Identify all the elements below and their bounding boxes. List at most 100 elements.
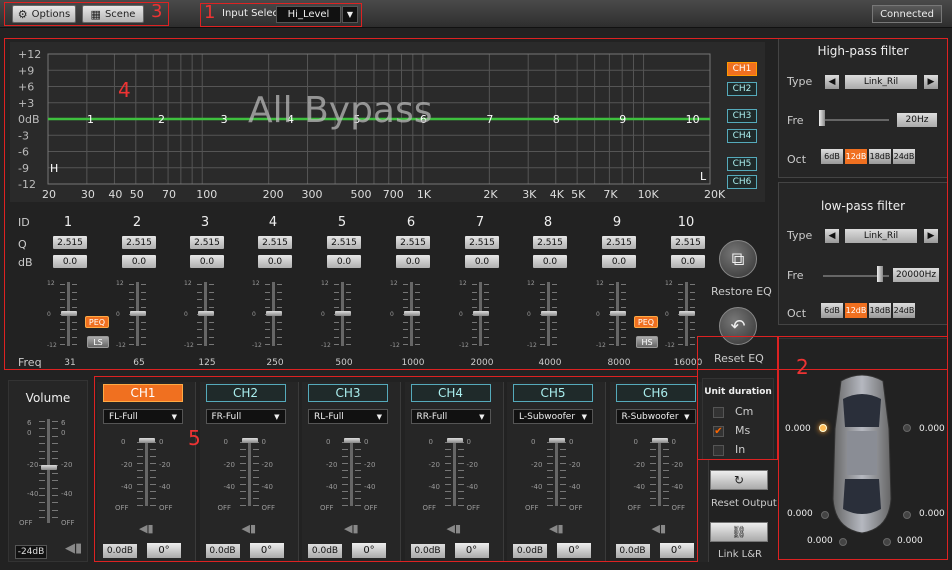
speaker-mute-icon[interactable]: ◀▮ bbox=[652, 522, 667, 535]
scene-button[interactable]: ▦ Scene bbox=[82, 5, 144, 23]
channel-gain-slider[interactable] bbox=[555, 440, 558, 506]
band-marker[interactable]: 3 bbox=[221, 113, 228, 126]
band-db-value[interactable]: 0.0 bbox=[327, 255, 361, 268]
band-freq-value[interactable]: 250 bbox=[255, 358, 295, 368]
speaker-mute-icon[interactable]: ◀▮ bbox=[242, 522, 257, 535]
band-q-value[interactable]: 2.515 bbox=[671, 236, 705, 249]
channel-phase-button[interactable]: 0° bbox=[454, 543, 489, 558]
restore-eq-button[interactable]: ⧉ bbox=[719, 240, 757, 278]
band-gain-knob[interactable] bbox=[61, 311, 77, 316]
volume-slider-track[interactable] bbox=[47, 419, 50, 523]
highpass-fre-knob[interactable] bbox=[819, 110, 825, 126]
channel-gain-knob[interactable] bbox=[446, 438, 463, 443]
channel-output-select[interactable]: R-Subwoofer ▼ bbox=[615, 409, 696, 424]
band-peq-button[interactable]: PEQ bbox=[634, 316, 658, 328]
channel-gain-value[interactable]: 0.0dB bbox=[308, 544, 342, 558]
band-shelf-button[interactable]: LS bbox=[87, 336, 109, 348]
channel-gain-value[interactable]: 0.0dB bbox=[205, 544, 240, 558]
eq-graph[interactable]: +12 +9 +6 +3 0dB -3 -6 -9 -12 20 30 40 50 70 100 200 300… bbox=[10, 42, 765, 202]
band-db-value[interactable]: 0.0 bbox=[533, 255, 567, 268]
volume-value[interactable]: -24dB bbox=[15, 545, 47, 559]
speaker-rear-left-icon[interactable] bbox=[821, 511, 829, 519]
channel-gain-value[interactable]: 0.0dB bbox=[103, 544, 137, 558]
band-freq-value[interactable]: 16000 bbox=[668, 358, 708, 368]
channel-phase-button[interactable]: 0° bbox=[557, 543, 591, 558]
channel-output-select[interactable]: FL-Full ▼ bbox=[103, 409, 183, 424]
band-q-value[interactable]: 2.515 bbox=[190, 236, 224, 249]
speaker-rear-right-icon[interactable] bbox=[903, 511, 911, 519]
band-q-value[interactable]: 2.515 bbox=[602, 236, 636, 249]
link-button[interactable]: ⛓ bbox=[710, 522, 768, 542]
speaker-mute-icon[interactable]: ◀▮ bbox=[549, 522, 564, 535]
channel-select-button[interactable]: CH2 bbox=[205, 384, 286, 402]
band-q-value[interactable]: 2.515 bbox=[465, 236, 499, 249]
subwoofer-right-icon[interactable] bbox=[883, 538, 891, 546]
channel-select-button[interactable]: CH5 bbox=[513, 384, 593, 402]
oct-option[interactable]: 24dB bbox=[893, 149, 915, 164]
band-freq-value[interactable]: 31 bbox=[50, 358, 90, 368]
graph-channel-button[interactable]: CH5 bbox=[727, 157, 757, 171]
band-db-value[interactable]: 0.0 bbox=[190, 255, 224, 268]
band-q-value[interactable]: 2.515 bbox=[53, 236, 87, 249]
band-marker[interactable]: 9 bbox=[619, 113, 626, 126]
delay-front-left[interactable]: 0.000 bbox=[785, 424, 811, 434]
channel-select-button[interactable]: CH1 bbox=[103, 384, 183, 402]
graph-channel-button[interactable]: CH4 bbox=[727, 129, 757, 143]
channel-gain-knob[interactable] bbox=[241, 438, 258, 443]
band-gain-knob[interactable] bbox=[130, 311, 146, 316]
band-db-value[interactable]: 0.0 bbox=[122, 255, 156, 268]
band-gain-knob[interactable] bbox=[335, 311, 351, 316]
lowpass-marker[interactable]: L bbox=[700, 170, 707, 183]
channel-select-button[interactable]: CH6 bbox=[615, 384, 696, 402]
band-peq-button[interactable]: PEQ bbox=[85, 316, 109, 328]
channel-phase-button[interactable]: 0° bbox=[249, 543, 284, 558]
band-gain-knob[interactable] bbox=[266, 311, 282, 316]
band-gain-knob[interactable] bbox=[198, 311, 214, 316]
channel-phase-button[interactable]: 0° bbox=[659, 543, 694, 558]
band-db-value[interactable]: 0.0 bbox=[671, 255, 705, 268]
band-db-value[interactable]: 0.0 bbox=[465, 255, 499, 268]
highpass-fre-slider[interactable] bbox=[819, 119, 889, 121]
delay-sub-left[interactable]: 0.000 bbox=[807, 536, 833, 546]
highpass-marker[interactable]: H bbox=[50, 162, 58, 175]
band-gain-knob[interactable] bbox=[473, 311, 489, 316]
band-freq-value[interactable]: 65 bbox=[119, 358, 159, 368]
speaker-mute-icon[interactable]: ◀▮ bbox=[344, 522, 359, 535]
reset-output-button[interactable]: ↻ bbox=[710, 470, 768, 490]
channel-select-button[interactable]: CH4 bbox=[410, 384, 491, 402]
channel-output-select[interactable]: RR-Full ▼ bbox=[410, 409, 491, 424]
channel-phase-button[interactable]: 0° bbox=[147, 543, 181, 558]
delay-sub-right[interactable]: 0.000 bbox=[897, 536, 923, 546]
band-q-value[interactable]: 2.515 bbox=[533, 236, 567, 249]
band-q-value[interactable]: 2.515 bbox=[122, 236, 156, 249]
unit-checkbox[interactable]: ✔ bbox=[713, 426, 724, 437]
oct-option[interactable]: 18dB bbox=[869, 149, 891, 164]
lowpass-type-prev-icon[interactable]: ◀ bbox=[825, 229, 839, 243]
delay-rear-left[interactable]: 0.000 bbox=[787, 509, 813, 519]
oct-option[interactable]: 24dB bbox=[893, 303, 915, 318]
band-freq-value[interactable]: 2000 bbox=[462, 358, 502, 368]
channel-gain-slider[interactable] bbox=[145, 440, 148, 506]
channel-gain-knob[interactable] bbox=[139, 438, 155, 443]
options-button[interactable]: ⚙ Options bbox=[12, 5, 76, 23]
band-gain-knob[interactable] bbox=[404, 311, 420, 316]
band-shelf-button[interactable]: HS bbox=[636, 336, 658, 348]
channel-gain-knob[interactable] bbox=[651, 438, 668, 443]
band-q-value[interactable]: 2.515 bbox=[396, 236, 430, 249]
connected-button[interactable]: Connected bbox=[872, 5, 942, 23]
band-gain-knob[interactable] bbox=[541, 311, 557, 316]
channel-gain-value[interactable]: 0.0dB bbox=[513, 544, 547, 558]
lowpass-fre-knob[interactable] bbox=[877, 266, 883, 282]
volume-knob[interactable] bbox=[41, 464, 57, 470]
oct-option[interactable]: 6dB bbox=[821, 303, 843, 318]
channel-gain-slider[interactable] bbox=[247, 440, 251, 506]
band-q-value[interactable]: 2.515 bbox=[258, 236, 292, 249]
lowpass-fre-value[interactable]: 20000Hz bbox=[893, 268, 939, 282]
unit-checkbox[interactable] bbox=[713, 445, 724, 456]
band-gain-knob[interactable] bbox=[610, 311, 626, 316]
band-db-value[interactable]: 0.0 bbox=[602, 255, 636, 268]
band-marker[interactable]: 8 bbox=[553, 113, 560, 126]
oct-option[interactable]: 12dB bbox=[845, 303, 867, 318]
delay-rear-right[interactable]: 0.000 bbox=[919, 509, 945, 519]
channel-gain-slider[interactable] bbox=[452, 440, 456, 506]
